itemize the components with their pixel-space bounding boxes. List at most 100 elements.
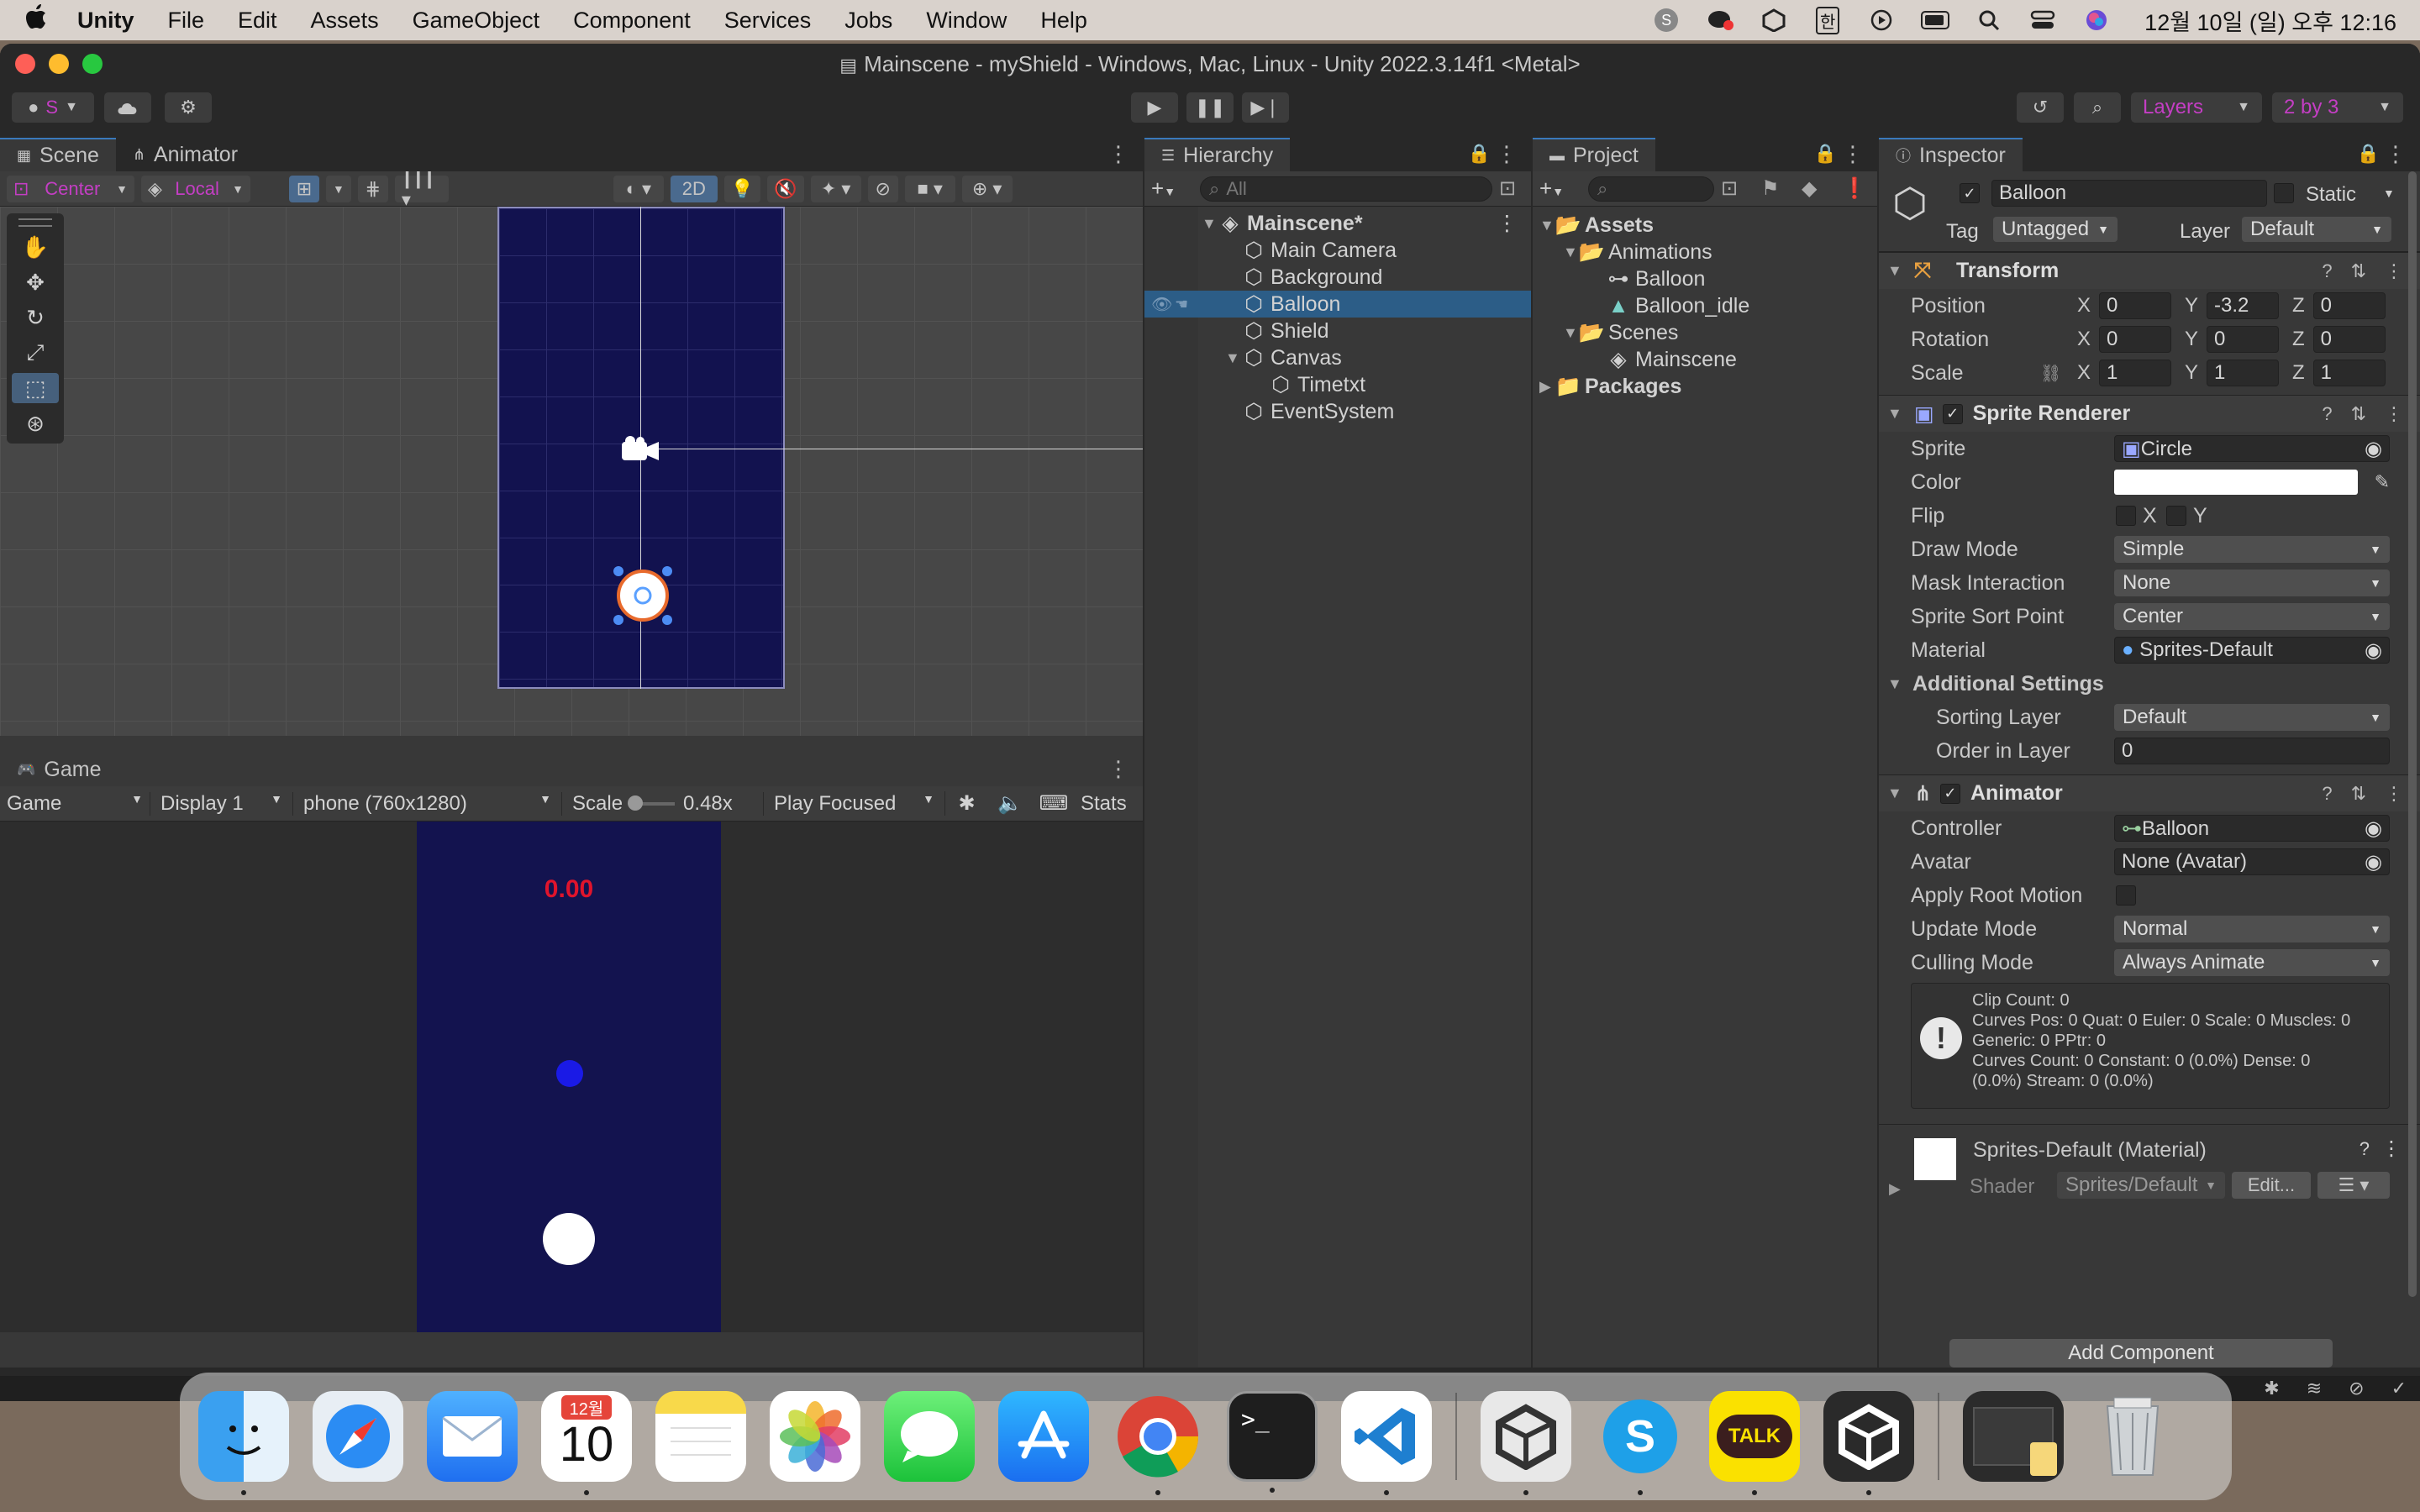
palette-grip[interactable] bbox=[18, 218, 52, 227]
rotation-y-field[interactable]: 0 bbox=[2207, 326, 2280, 353]
menu-jobs[interactable]: Jobs bbox=[828, 8, 909, 34]
auto-gen-lighting-icon[interactable]: ⊘ bbox=[2349, 1378, 2364, 1399]
undo-history-button[interactable]: ↺ bbox=[2017, 92, 2064, 123]
position-z[interactable]: Z0 bbox=[2292, 292, 2386, 319]
lock-icon[interactable]: 🔒 bbox=[1468, 143, 1491, 165]
transform-header[interactable]: ▼ ⤧ Transform ? ⇅ ⋮ bbox=[1879, 252, 2420, 289]
account-dropdown[interactable]: ● S ▼ bbox=[12, 92, 94, 123]
scale-x[interactable]: X1 bbox=[2077, 360, 2172, 386]
flip-x-checkbox[interactable] bbox=[2116, 506, 2136, 526]
position-x-field[interactable]: 0 bbox=[2099, 292, 2172, 319]
shader-options-dropdown[interactable]: ☰ ▾ bbox=[2317, 1172, 2390, 1199]
apple-menu-icon[interactable] bbox=[12, 4, 60, 36]
expand-arrow-icon[interactable]: ▼ bbox=[1225, 349, 1244, 367]
hierarchy-item-shield[interactable]: ⬡ Shield bbox=[1144, 318, 1531, 344]
draw-mode-dropdown[interactable]: Simple ▼ bbox=[2114, 536, 2390, 563]
balloon-gizmo[interactable] bbox=[613, 566, 672, 625]
scene-viewport[interactable]: ✋ ✥ ↻ ⤢ ⬚ ⊛ bbox=[0, 207, 1143, 736]
scale-x-field[interactable]: 1 bbox=[2099, 360, 2172, 386]
rect-tool-button[interactable]: ⬚ bbox=[12, 373, 59, 403]
menu-gameobject[interactable]: GameObject bbox=[396, 8, 557, 34]
increment-snap-button[interactable]: ⋕ bbox=[357, 175, 388, 202]
kebab-menu-icon[interactable]: ⋮ bbox=[2385, 260, 2403, 282]
object-picker-icon[interactable]: ◉ bbox=[2365, 816, 2382, 841]
layers-dropdown[interactable]: Layers ▼ bbox=[2131, 92, 2262, 123]
lighting-toggle[interactable]: 💡 bbox=[723, 175, 761, 202]
notes-icon[interactable] bbox=[655, 1391, 746, 1482]
ruler-button[interactable]: ┃┃┃ ▾ bbox=[394, 167, 449, 210]
add-component-button[interactable]: Add Component bbox=[1949, 1339, 2333, 1368]
object-picker-icon[interactable]: ◉ bbox=[2365, 638, 2382, 663]
kebab-menu-icon[interactable]: ⋮ bbox=[1496, 141, 1518, 167]
siri-icon[interactable] bbox=[2082, 8, 2111, 33]
kebab-menu-icon[interactable]: ⋮ bbox=[1107, 141, 1129, 167]
move-tool-button[interactable]: ✥ bbox=[12, 267, 59, 297]
inspector-scrollbar[interactable] bbox=[2408, 171, 2417, 1297]
apply-root-motion-checkbox[interactable] bbox=[2116, 885, 2136, 906]
menu-window[interactable]: Window bbox=[909, 8, 1023, 34]
help-icon[interactable]: ? bbox=[2322, 260, 2332, 282]
additional-settings-row[interactable]: ▼ Additional Settings bbox=[1879, 667, 2420, 701]
hierarchy-search-input[interactable]: ⌕ All bbox=[1200, 176, 1492, 202]
search-by-label-icon[interactable]: ⚑ bbox=[1761, 176, 1795, 201]
menu-assets[interactable]: Assets bbox=[294, 8, 396, 34]
unity-icon[interactable] bbox=[1823, 1391, 1914, 1495]
animator-header[interactable]: ▼ ⋔ ✓ Animator ? ⇅ ⋮ bbox=[1879, 774, 2420, 811]
hierarchy-item-main-camera[interactable]: ⬡ Main Camera bbox=[1144, 237, 1531, 264]
sprite-renderer-header[interactable]: ▼ ▣ ✓ Sprite Renderer ? ⇅ ⋮ bbox=[1879, 395, 2420, 432]
input-source-icon[interactable]: 한 bbox=[1813, 6, 1842, 34]
tab-hierarchy[interactable]: ☰ Hierarchy bbox=[1144, 138, 1291, 171]
edit-shader-button[interactable]: Edit... bbox=[2232, 1172, 2311, 1199]
camera-gizmo-icon[interactable] bbox=[620, 435, 662, 470]
sprite-renderer-enabled-checkbox[interactable]: ✓ bbox=[1942, 403, 1963, 424]
kebab-menu-icon[interactable]: ⋮ bbox=[2385, 403, 2403, 425]
hand-tool-button[interactable]: ✋ bbox=[12, 232, 59, 262]
resolution-dropdown[interactable]: phone (760x1280) ▼ bbox=[292, 791, 561, 816]
object-picker-icon[interactable]: ◉ bbox=[2365, 437, 2382, 461]
photos-icon[interactable] bbox=[770, 1391, 860, 1482]
help-icon[interactable]: ? bbox=[2322, 403, 2332, 425]
mail-icon[interactable] bbox=[427, 1391, 518, 1482]
scale-y[interactable]: Y1 bbox=[2185, 360, 2280, 386]
help-icon[interactable]: ? bbox=[2360, 1138, 2370, 1160]
shader-dropdown[interactable]: Sprites/Default ▼ bbox=[2057, 1172, 2225, 1199]
menu-services[interactable]: Services bbox=[708, 8, 829, 34]
terminal-icon[interactable]: >_ bbox=[1227, 1391, 1318, 1493]
kebab-menu-icon[interactable]: ⋮ bbox=[1497, 211, 1518, 236]
tab-inspector[interactable]: ⓘ Inspector bbox=[1879, 138, 2023, 171]
expand-arrow-icon[interactable]: ▶ bbox=[1889, 1180, 1901, 1198]
color-swatch[interactable] bbox=[2114, 470, 2358, 495]
collapse-arrow-icon[interactable]: ▼ bbox=[1887, 675, 1906, 693]
display-dropdown[interactable]: Display 1 ▼ bbox=[150, 791, 292, 816]
animator-enabled-checkbox[interactable]: ✓ bbox=[1939, 783, 1960, 804]
preset-icon[interactable]: ⇅ bbox=[2351, 783, 2366, 805]
scale-y-field[interactable]: 1 bbox=[2207, 360, 2280, 386]
create-asset-dropdown[interactable]: +▼ bbox=[1539, 176, 1581, 202]
pivot-mode-dropdown[interactable]: ⊡ Center ▼ bbox=[7, 175, 134, 202]
gameobject-cube-icon[interactable]: ⬡ bbox=[1892, 180, 1928, 227]
grid-snapping-button[interactable]: ⊞ bbox=[289, 175, 319, 202]
rotation-y[interactable]: Y0 bbox=[2185, 326, 2280, 353]
messages-icon[interactable] bbox=[884, 1391, 975, 1482]
controller-object-field[interactable]: ⊶Balloon ◉ bbox=[2114, 815, 2390, 842]
menu-unity[interactable]: Unity bbox=[60, 8, 151, 34]
menu-edit[interactable]: Edit bbox=[221, 8, 294, 34]
static-checkbox[interactable] bbox=[2274, 183, 2294, 203]
pause-button[interactable]: ❚❚ bbox=[1186, 92, 1234, 123]
search-button[interactable]: ⌕ bbox=[2074, 92, 2121, 123]
cache-server-icon[interactable]: ≋ bbox=[2307, 1378, 2322, 1399]
transform-tool-button[interactable]: ⊛ bbox=[12, 408, 59, 438]
active-checkbox[interactable]: ✓ bbox=[1960, 183, 1980, 203]
mute-audio-button[interactable]: 🔈 bbox=[988, 791, 1032, 816]
play-focus-dropdown[interactable]: Play Focused ▼ bbox=[763, 791, 944, 816]
inspector-scroll[interactable]: ⬡ ✓ Balloon Static ▼ Tag Untagged ▼ Layer… bbox=[1879, 171, 2420, 1368]
shortcuts-button[interactable]: ⌨ bbox=[1032, 791, 1076, 816]
toggle-2d-button[interactable]: 2D bbox=[670, 175, 718, 202]
space-mode-dropdown[interactable]: ◈ Local ▼ bbox=[141, 175, 250, 202]
console-errors-icon[interactable]: ❗ bbox=[1842, 176, 1867, 201]
preset-icon[interactable]: ⇅ bbox=[2351, 260, 2366, 282]
pickable-hand-icon[interactable]: ☚ bbox=[1175, 296, 1188, 313]
kebab-menu-icon[interactable]: ⋮ bbox=[2385, 783, 2403, 805]
create-dropdown[interactable]: +▼ bbox=[1151, 176, 1193, 202]
play-status-icon[interactable] bbox=[1867, 8, 1896, 33]
